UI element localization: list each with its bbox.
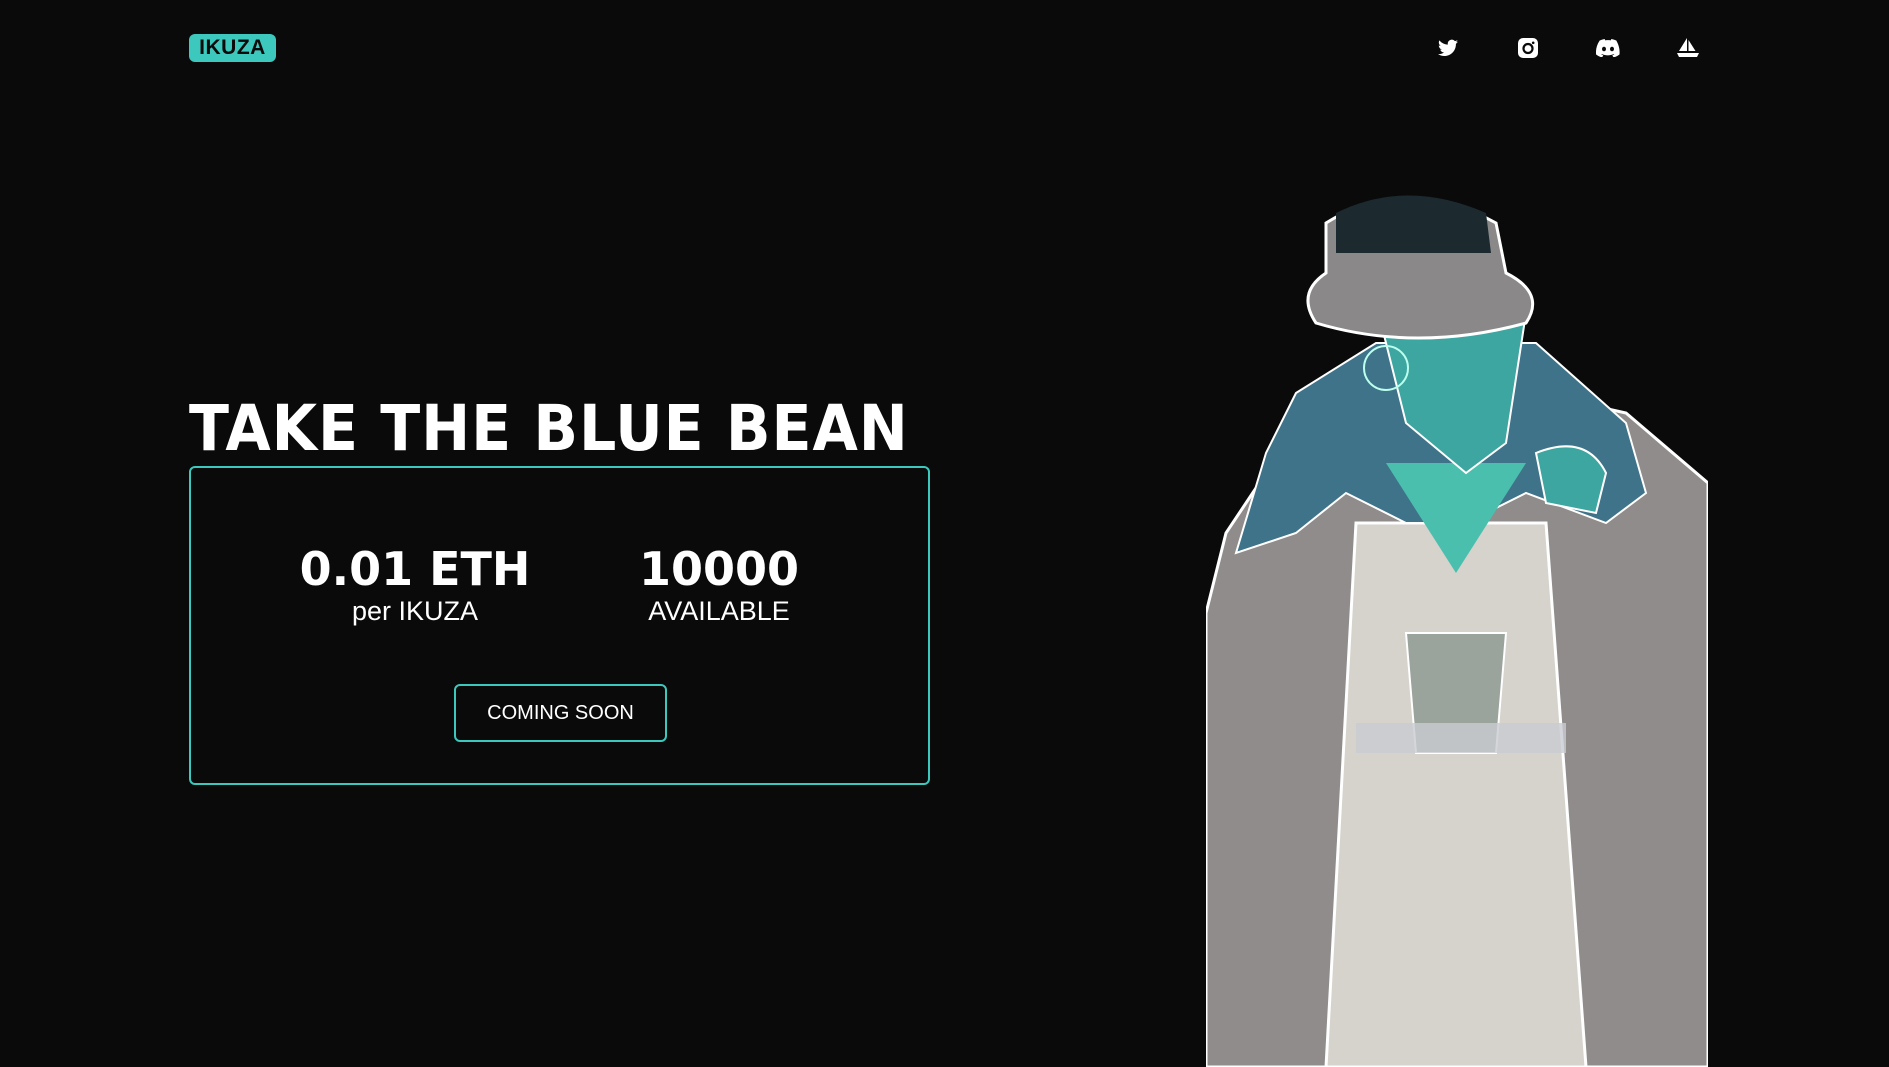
mint-card: 0.01 ETH per IKUZA 10000 AVAILABLE COMIN… [189,466,930,785]
supply-stat: 10000 AVAILABLE [579,542,859,627]
price-label: per IKUZA [351,596,479,626]
discord-icon [1596,39,1620,57]
discord-link[interactable] [1596,36,1620,60]
twitter-link[interactable] [1436,36,1460,60]
instagram-link[interactable] [1516,36,1540,60]
price-value: 0.01 ETH [299,542,531,596]
character-illustration [1206,195,1708,1067]
twitter-icon [1438,39,1458,56]
opensea-link[interactable] [1676,36,1700,60]
instagram-icon [1518,38,1538,58]
price-stat: 0.01 ETH per IKUZA [275,542,555,627]
supply-value: 10000 [638,542,800,596]
logo[interactable]: IKUZA [189,34,276,62]
hero-title: TAKE THE BLUE BEAN [189,392,909,465]
opensea-icon [1677,38,1699,57]
supply-label: AVAILABLE [648,596,790,626]
coming-soon-button[interactable]: COMING SOON [454,684,667,742]
